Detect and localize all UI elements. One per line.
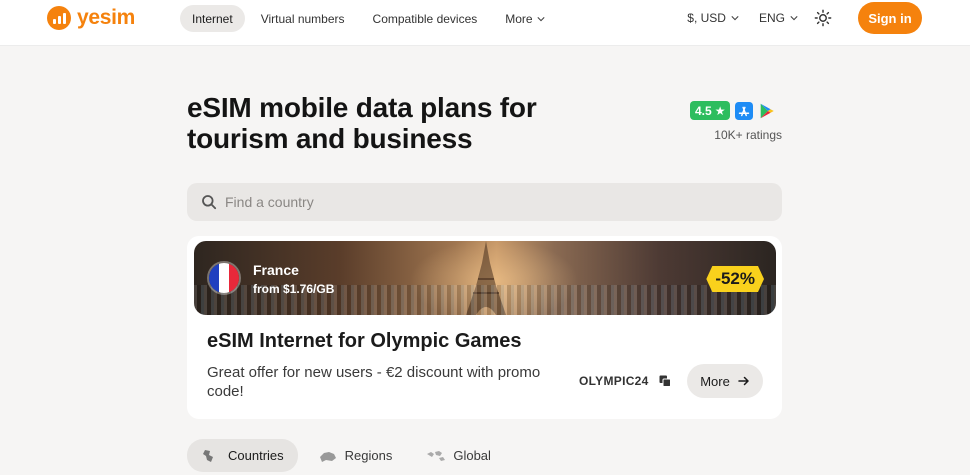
nav-item-label: Virtual numbers <box>260 11 345 26</box>
nav-item-label: Internet <box>192 11 233 26</box>
logo-text: yesim <box>77 6 136 29</box>
rating-row: 4.5 ★ <box>690 101 782 120</box>
sign-in-button[interactable]: Sign in <box>858 2 922 34</box>
signal-bars-icon <box>47 6 71 30</box>
world-map-icon <box>427 450 446 461</box>
page-title: eSIM mobile data plans for tourism and b… <box>187 92 537 154</box>
country-map-icon <box>203 449 213 462</box>
olympic-banner[interactable]: France from $1.76/GB -52% <box>194 241 776 315</box>
france-flag-icon <box>207 261 241 295</box>
nav-item-label: Compatible devices <box>372 11 478 26</box>
search-input[interactable] <box>225 194 745 210</box>
nav-item-more[interactable]: More <box>493 5 556 32</box>
language-selector[interactable]: ENG <box>759 11 798 25</box>
promo-country: France <box>253 262 299 278</box>
copy-icon[interactable] <box>659 375 671 387</box>
rating-count: 10K+ ratings <box>714 128 782 142</box>
region-tabs: Countries Regions Global <box>187 439 505 472</box>
tab-regions[interactable]: Regions <box>304 439 407 472</box>
currency-label: $, USD <box>687 11 726 25</box>
discount-badge: -52% <box>706 266 764 292</box>
chevron-down-icon <box>790 16 798 21</box>
tab-label: Global <box>453 448 491 463</box>
main-nav: Internet Virtual numbers Compatible devi… <box>180 5 557 32</box>
region-map-icon <box>319 451 336 462</box>
star-icon: ★ <box>714 103 726 118</box>
promo-code-text: OLYMPIC24 <box>579 374 649 388</box>
nav-item-compatible-devices[interactable]: Compatible devices <box>361 5 490 32</box>
nav-item-virtual-numbers[interactable]: Virtual numbers <box>249 5 357 32</box>
tab-label: Regions <box>344 448 393 463</box>
chevron-down-icon <box>536 16 545 21</box>
nav-item-internet[interactable]: Internet <box>180 5 245 32</box>
google-play-icon[interactable] <box>758 102 776 120</box>
tab-countries[interactable]: Countries <box>187 439 298 472</box>
promo-card: France from $1.76/GB -52% eSIM Internet … <box>187 236 782 419</box>
nav-item-label: More <box>505 11 533 26</box>
rating-value: 4.5 <box>695 103 712 118</box>
promo-title: eSIM Internet for Olympic Games <box>207 330 522 352</box>
tab-label: Countries <box>228 448 284 463</box>
arrow-right-icon <box>738 376 749 386</box>
app-store-icon[interactable] <box>735 101 754 120</box>
promo-description: Great offer for new users - €2 discount … <box>207 364 541 400</box>
language-label: ENG <box>758 11 785 25</box>
header-actions: $, USD ENG Sign in <box>687 2 922 34</box>
yesim-logo[interactable]: yesim <box>47 6 136 30</box>
country-search[interactable] <box>187 183 782 221</box>
more-button-label: More <box>700 373 730 389</box>
rating-badge: 4.5 ★ <box>690 101 731 120</box>
promo-price: from $1.76/GB <box>253 282 335 296</box>
sun-icon[interactable] <box>814 9 832 27</box>
top-header: yesim Internet Virtual numbers Compatibl… <box>0 0 970 46</box>
promo-code[interactable]: OLYMPIC24 <box>579 374 671 388</box>
more-button[interactable]: More <box>687 364 763 398</box>
search-icon <box>202 195 217 210</box>
app-rating: 4.5 ★ 10K+ ratings <box>690 101 782 142</box>
chevron-down-icon <box>731 16 739 21</box>
currency-selector[interactable]: $, USD <box>687 11 739 25</box>
tab-global[interactable]: Global <box>412 439 505 472</box>
